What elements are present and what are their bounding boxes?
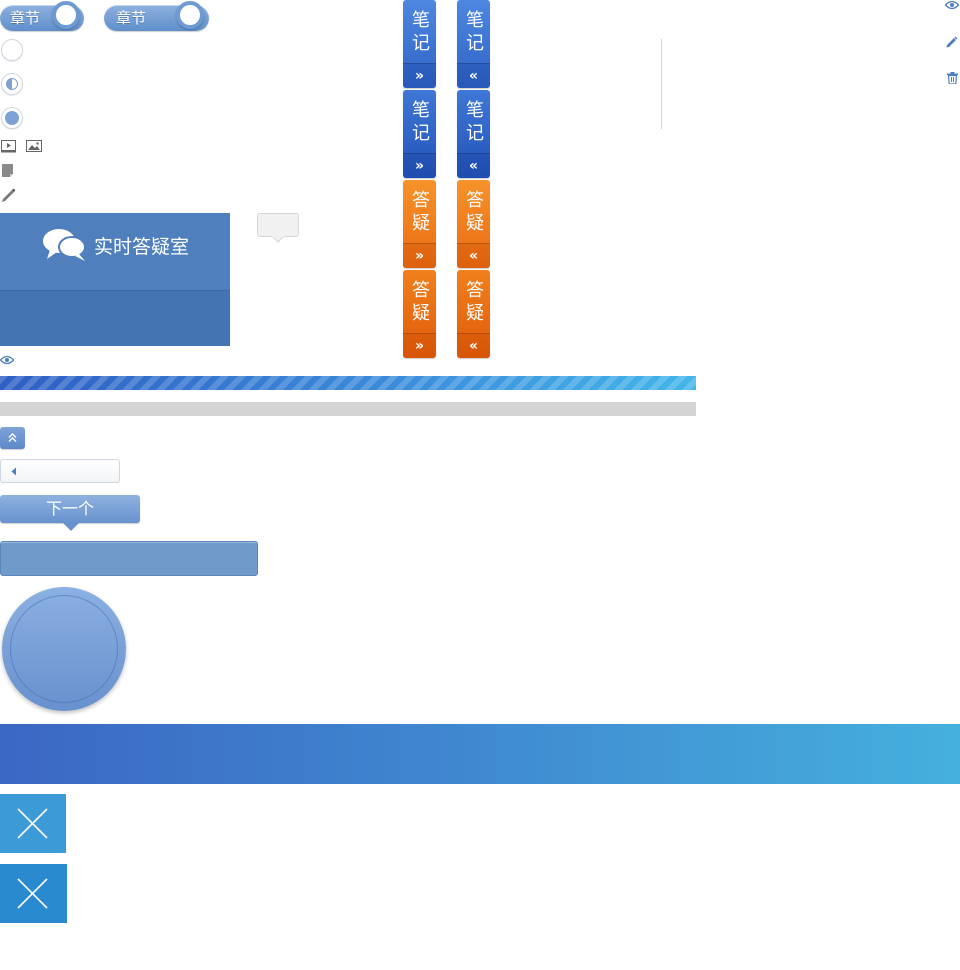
collapse-arrow-icon: « [457,243,490,268]
pencil-icon[interactable] [1,187,17,203]
double-chevron-up-icon [8,433,17,442]
status-circle-full[interactable] [1,107,23,129]
qa-tab-expand-hover[interactable]: 答疑 » [403,270,436,358]
notes-tab-label: 笔记 [412,100,430,144]
qa-tab-label: 答疑 [412,190,430,234]
close-button-hover[interactable] [0,864,67,923]
close-icon [17,808,48,839]
chapter-toggle-label: 章节 [10,9,41,27]
tooltip-bubble [257,213,299,243]
video-icon[interactable] [1,140,17,153]
expand-arrow-icon: » [403,153,436,178]
qa-tab-label: 答疑 [412,280,430,324]
qa-card-header: 实时答疑室 [0,213,230,290]
close-button[interactable] [0,794,66,853]
round-button-ring [10,595,118,703]
edit-icon[interactable] [946,36,958,48]
eye-icon[interactable] [945,0,959,10]
dropdown-select[interactable] [0,459,120,483]
image-icon[interactable] [26,140,42,152]
toggle-knob [176,1,204,29]
tooltip-tail [272,236,284,243]
notes-tab-label: 笔记 [412,10,430,54]
notes-tab-collapse[interactable]: 笔记 « [457,0,490,88]
chapter-toggle[interactable]: 章节 [0,1,84,31]
expand-arrow-icon: » [403,243,436,268]
notes-tab-label: 笔记 [466,100,484,144]
qa-tab-collapse[interactable]: 答疑 « [457,180,490,268]
expand-arrow-icon: » [403,63,436,88]
collapse-arrow-icon: « [457,63,490,88]
notes-tab-collapse-hover[interactable]: 笔记 « [457,90,490,178]
document-icon[interactable] [2,164,14,178]
notes-tab-expand-hover[interactable]: 笔记 » [403,90,436,178]
scroll-up-button[interactable] [0,427,25,449]
collapse-arrow-icon: « [457,153,490,178]
close-icon [17,878,48,909]
chapter-toggle[interactable]: 章节 [104,1,209,31]
wide-action-button[interactable] [0,541,258,576]
next-button-label: 下一个 [45,499,94,518]
caret-left-icon [11,467,16,476]
eye-icon[interactable] [0,355,14,365]
qa-tab-expand[interactable]: 答疑 » [403,180,436,268]
trash-icon[interactable] [947,72,958,84]
half-fill-icon [6,78,18,90]
qa-card-title: 实时答疑室 [94,236,190,258]
gradient-banner [0,724,960,784]
collapse-arrow-icon: « [457,333,490,358]
qa-card-body [0,290,230,346]
qa-tab-label: 答疑 [466,280,484,324]
status-circle-half[interactable] [1,73,23,95]
chat-bubbles-icon [43,229,86,261]
live-qa-card[interactable]: 实时答疑室 [0,213,230,346]
round-action-button[interactable] [2,587,126,711]
progress-bar-track [0,402,696,416]
chapter-toggle-label: 章节 [116,9,147,27]
expand-arrow-icon: » [403,333,436,358]
full-fill-icon [5,111,19,125]
next-button-pointer [63,523,79,531]
status-circle-empty[interactable] [1,39,23,61]
notes-tab-label: 笔记 [466,10,484,54]
next-button[interactable]: 下一个 [0,495,140,531]
progress-bar-fill [0,376,696,390]
vertical-divider [661,39,662,129]
notes-tab-expand[interactable]: 笔记 » [403,0,436,88]
qa-tab-label: 答疑 [466,190,484,234]
toggle-knob [52,1,80,29]
qa-tab-collapse-hover[interactable]: 答疑 « [457,270,490,358]
